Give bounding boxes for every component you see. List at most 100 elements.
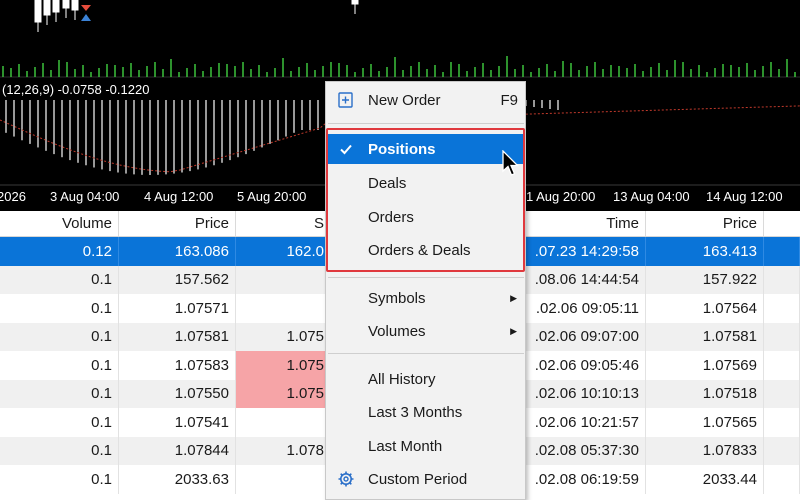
menu-item-positions[interactable]: Positions (328, 134, 524, 164)
column-header-empty (764, 211, 800, 236)
context-menu: New Order F9 Positions Deals Orders Orde… (325, 81, 526, 500)
cell-s (236, 408, 331, 437)
menu-item-last-month[interactable]: Last Month (326, 431, 525, 461)
cell-volume: 0.12 (0, 237, 119, 266)
menu-separator (328, 277, 524, 278)
cell-price: 2033.63 (119, 465, 236, 494)
cell-price2: 163.413 (646, 237, 764, 266)
cell-volume: 0.1 (0, 436, 119, 465)
cell-volume: 0.1 (0, 379, 119, 408)
menu-item-label: Orders (368, 208, 414, 226)
cell-price2: 1.07569 (646, 351, 764, 380)
cell-price2: 1.07833 (646, 436, 764, 465)
menu-item-symbols[interactable]: Symbols ▶ (326, 283, 525, 313)
menu-item-label: Deals (368, 174, 407, 192)
column-header-s[interactable]: S (236, 211, 331, 236)
menu-item-new-order[interactable]: New Order F9 (326, 85, 525, 115)
cell-empty (764, 294, 800, 323)
cell-time: .02.08 06:19:59 (517, 465, 646, 494)
cell-empty (764, 265, 800, 294)
cell-volume: 0.1 (0, 408, 119, 437)
candle-body (43, 0, 51, 16)
cell-price: 163.086 (119, 237, 236, 266)
cell-price: 1.07581 (119, 322, 236, 351)
cell-empty (764, 237, 800, 266)
cell-time: .02.06 10:10:13 (517, 379, 646, 408)
buy-arrow-icon (81, 14, 91, 21)
menu-item-orders[interactable]: Orders (326, 202, 525, 232)
menu-item-label: Custom Period (368, 470, 468, 488)
cell-empty (764, 408, 800, 437)
menu-item-label: Symbols (368, 289, 426, 307)
cell-volume: 0.1 (0, 351, 119, 380)
cell-price2: 1.07565 (646, 408, 764, 437)
submenu-arrow-icon: ▶ (510, 292, 517, 303)
cell-empty (764, 322, 800, 351)
column-header-time[interactable]: Time (517, 211, 646, 236)
cell-s (236, 465, 331, 494)
time-axis-label: 14 Aug 12:00 (706, 189, 783, 204)
cell-price2: 2033.44 (646, 465, 764, 494)
cell-time: .02.06 09:05:46 (517, 351, 646, 380)
menu-item-orders-deals[interactable]: Orders & Deals (326, 235, 525, 265)
candle-body (62, 0, 70, 9)
menu-separator (328, 123, 524, 124)
menu-item-label: Last Month (368, 437, 443, 455)
menu-item-last-3-months[interactable]: Last 3 Months (326, 397, 525, 427)
menu-item-label: Last 3 Months (368, 403, 463, 421)
cell-empty (764, 436, 800, 465)
cell-time: .02.08 05:37:30 (517, 436, 646, 465)
column-header-price[interactable]: Price (646, 211, 764, 236)
cell-empty (764, 351, 800, 380)
column-header-price[interactable]: Price (119, 211, 236, 236)
new-order-icon (338, 92, 353, 108)
candle-body (71, 0, 79, 11)
cell-price2: 1.07581 (646, 322, 764, 351)
menu-item-volumes[interactable]: Volumes ▶ (326, 316, 525, 346)
time-axis-label: 4 Aug 12:00 (144, 189, 214, 204)
candle-body (351, 0, 359, 5)
time-axis-label: 3 Aug 04:00 (50, 189, 120, 204)
menu-separator (328, 353, 524, 354)
checkmark-icon (340, 144, 352, 155)
menu-item-deals[interactable]: Deals (326, 168, 525, 198)
cell-price: 1.07583 (119, 351, 236, 380)
cell-volume: 0.1 (0, 465, 119, 494)
cell-time: .08.06 14:44:54 (517, 265, 646, 294)
cell-s (236, 294, 331, 323)
cell-price2: 1.07518 (646, 379, 764, 408)
cell-price2: 1.07564 (646, 294, 764, 323)
cell-volume: 0.1 (0, 322, 119, 351)
mouse-cursor-icon (502, 150, 520, 176)
time-axis-label: 13 Aug 04:00 (613, 189, 690, 204)
cell-price: 1.07550 (119, 379, 236, 408)
cell-price: 1.07571 (119, 294, 236, 323)
menu-item-custom-period[interactable]: Custom Period (326, 464, 525, 494)
cell-price: 1.07541 (119, 408, 236, 437)
cell-volume: 0.1 (0, 265, 119, 294)
menu-item-label: All History (368, 370, 436, 388)
cell-s: 162.0 (236, 237, 331, 266)
time-axis-label: 1 Aug 20:00 (526, 189, 596, 204)
menu-item-all-history[interactable]: All History (326, 364, 525, 394)
candle-body (52, 0, 60, 13)
cell-time: .02.06 09:07:00 (517, 322, 646, 351)
cell-empty (764, 465, 800, 494)
time-axis-label: 5 Aug 20:00 (237, 189, 307, 204)
cell-price: 1.07844 (119, 436, 236, 465)
gear-icon (338, 471, 354, 487)
cell-price2: 157.922 (646, 265, 764, 294)
column-header-volume[interactable]: Volume (0, 211, 119, 236)
cell-s: 1.075 (236, 322, 331, 351)
cell-empty (764, 379, 800, 408)
cell-time: .02.06 09:05:11 (517, 294, 646, 323)
cell-s: 1.075 (236, 351, 331, 380)
cell-time: .02.06 10:21:57 (517, 408, 646, 437)
cell-volume: 0.1 (0, 294, 119, 323)
menu-shortcut: F9 (500, 91, 518, 109)
candle-body (34, 0, 42, 23)
cell-s: 1.078 (236, 436, 331, 465)
cell-s: 1.075 (236, 379, 331, 408)
menu-item-label: New Order (368, 91, 441, 109)
cell-time: .07.23 14:29:58 (517, 237, 646, 266)
